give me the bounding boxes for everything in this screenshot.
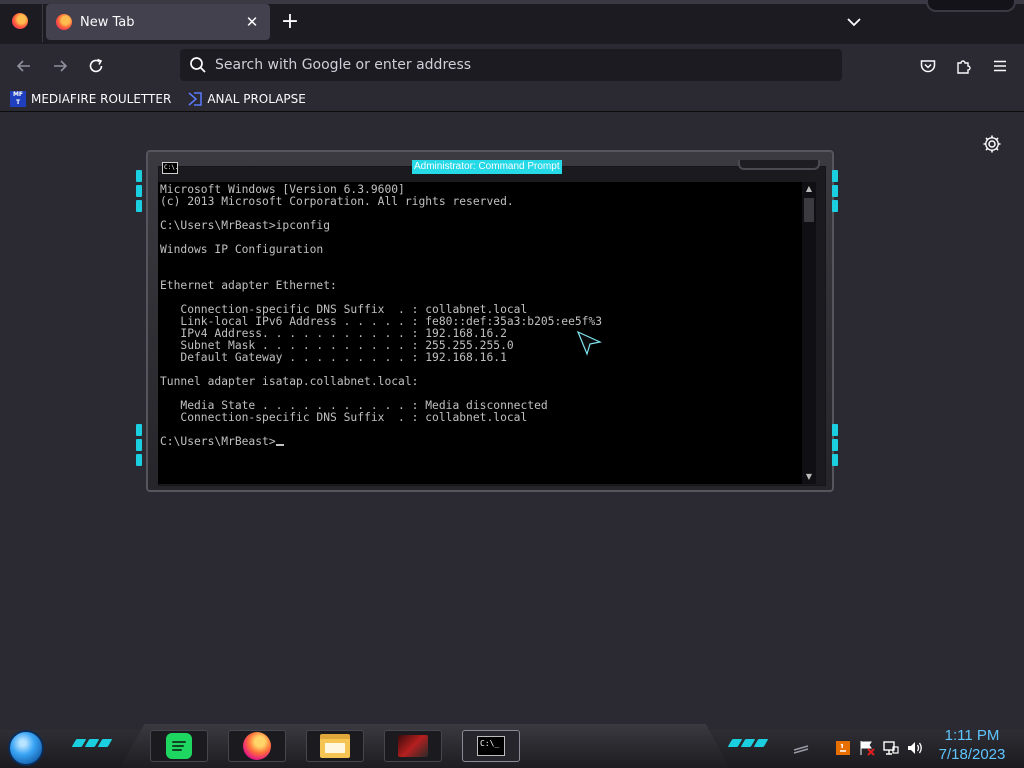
firefox-menu-icon[interactable] (12, 13, 28, 29)
taskbar-firefox[interactable] (228, 730, 286, 762)
cmd-window-icon[interactable]: C:\. (162, 162, 178, 174)
navigation-toolbar (0, 44, 1024, 86)
network-icon[interactable] (882, 739, 900, 757)
cmd-icon: C:\_ (477, 736, 505, 756)
address-bar[interactable] (180, 49, 842, 81)
window-corner-decoration (926, 0, 1016, 12)
vertical-scrollbar[interactable]: ▲ ▼ (802, 182, 816, 484)
firefox-icon (243, 732, 271, 760)
folder-icon (320, 734, 350, 758)
reload-button[interactable] (82, 52, 110, 80)
forward-button[interactable] (46, 52, 74, 80)
hamburger-menu-icon (994, 60, 1006, 72)
game-app-icon (398, 735, 428, 757)
pocket-icon (920, 60, 936, 73)
taskbar-file-explorer[interactable] (306, 730, 364, 762)
bookmark-label: ANAL PROLAPSE (207, 91, 306, 106)
window-title: Administrator: Command Prompt (412, 160, 562, 174)
frame-lights-right-top (832, 170, 838, 212)
scroll-down-arrow-icon[interactable]: ▼ (802, 470, 816, 484)
extensions-button[interactable] (950, 52, 978, 80)
frame-lights-left-top (136, 170, 142, 212)
system-tray (792, 738, 930, 758)
taskbar-clock[interactable]: 1:11 PM 7/18/2023 (930, 727, 1014, 765)
tab-title: New Tab (80, 14, 135, 30)
scrollbar-thumb[interactable] (804, 198, 814, 222)
action-center-flag-icon[interactable] (858, 739, 876, 757)
bookmarks-toolbar: MF T MEDIAFIRE ROULETTER ANAL PROLAPSE (0, 86, 1024, 112)
mft-icon: MF T (10, 90, 26, 107)
clock-time: 1:11 PM (944, 727, 1000, 744)
frame-lights-left-bottom (136, 424, 142, 466)
clock-date: 7/18/2023 (938, 746, 1006, 763)
spotify-icon (166, 733, 192, 759)
bookmark-mediafire-rouletter[interactable]: MF T MEDIAFIRE ROULETTER (10, 88, 177, 110)
java-icon[interactable] (834, 739, 852, 757)
console-prompt: C:\Users\MrBeast> (160, 435, 276, 448)
tab-separator (42, 4, 43, 42)
console-output[interactable]: Microsoft Windows [Version 6.3.9600] (c)… (158, 182, 802, 484)
tab-close-icon[interactable]: ✕ (240, 13, 264, 31)
bookmark-label: MEDIAFIRE ROULETTER (31, 91, 172, 106)
taskbar-spotify[interactable] (150, 730, 208, 762)
tab-bar: New Tab ✕ + (0, 0, 1024, 44)
volume-icon[interactable] (906, 739, 924, 757)
mouse-pointer-icon (576, 330, 602, 356)
gear-icon[interactable] (982, 134, 1002, 154)
taskbar-lights-left (71, 739, 113, 747)
taskbar-command-prompt[interactable]: C:\_ (462, 730, 520, 762)
forward-arrow-icon (54, 60, 68, 72)
console-text: Microsoft Windows [Version 6.3.9600] (c)… (160, 183, 603, 424)
pocket-button[interactable] (914, 52, 942, 80)
window-titlebar[interactable]: C:\. Administrator: Command Prompt (154, 158, 820, 180)
text-cursor (275, 436, 284, 446)
reload-icon (89, 58, 103, 73)
firefox-tab-icon (56, 14, 72, 30)
anal-prolapse-icon (188, 91, 203, 106)
back-arrow-icon (16, 60, 30, 72)
show-hidden-icons-icon[interactable] (792, 739, 810, 757)
url-input[interactable] (215, 57, 815, 73)
puzzle-piece-icon (957, 60, 971, 74)
start-button[interactable] (8, 730, 44, 766)
back-button[interactable] (10, 52, 38, 80)
scroll-up-arrow-icon[interactable]: ▲ (802, 182, 816, 196)
search-icon (190, 57, 206, 73)
new-tab-button[interactable]: + (278, 8, 302, 36)
command-prompt-window[interactable]: C:\. Administrator: Command Prompt Micro… (136, 148, 840, 494)
app-menu-button[interactable] (986, 52, 1014, 80)
taskbar-game[interactable] (384, 730, 442, 762)
titlebar-decoration (738, 160, 820, 170)
chevron-down-icon[interactable] (842, 10, 866, 34)
bookmark-anal-prolapse[interactable]: ANAL PROLAPSE (187, 88, 312, 110)
frame-lights-right-bottom (832, 424, 838, 466)
taskbar-lights-right (727, 739, 769, 747)
tab-new-tab[interactable]: New Tab ✕ (46, 4, 270, 40)
